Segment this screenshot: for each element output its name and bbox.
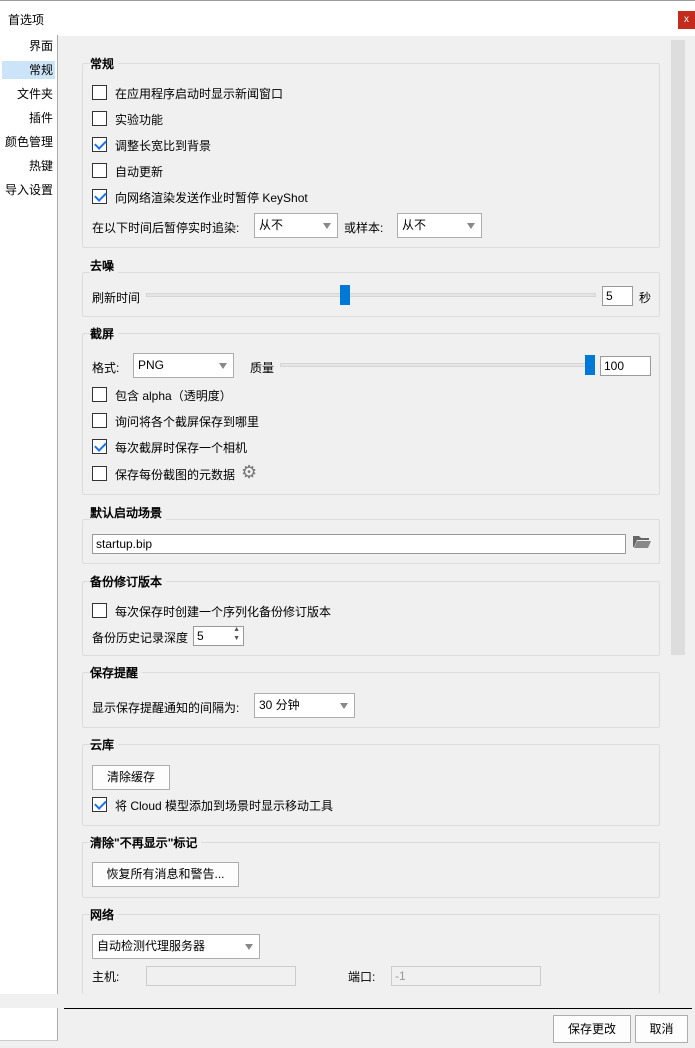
- backup-title: 备份修订版本: [90, 573, 167, 590]
- clear-cache-button[interactable]: 清除缓存: [92, 765, 170, 790]
- refresh-time-label: 刷新时间: [92, 291, 141, 305]
- port-input[interactable]: -1: [391, 966, 541, 986]
- news-window-checkbox[interactable]: [92, 85, 107, 100]
- restore-messages-button[interactable]: 恢复所有消息和警告...: [92, 862, 239, 887]
- backup-depth-value: 5: [197, 629, 204, 643]
- gear-icon[interactable]: ⚙: [241, 462, 257, 483]
- content-clip: [0, 994, 670, 1008]
- reminder-interval-value: 30 分钟: [259, 698, 300, 712]
- backup-depth-label: 备份历史记录深度: [92, 631, 189, 645]
- refresh-time-slider[interactable]: [146, 293, 596, 297]
- host-input[interactable]: [146, 966, 296, 986]
- samples-value: 从不: [402, 218, 427, 232]
- cancel-button[interactable]: 取消: [635, 1015, 688, 1043]
- window-title: 首选项: [8, 13, 45, 27]
- sidebar-item-color-management[interactable]: 颜色管理: [2, 133, 55, 151]
- aspect-ratio-checkbox[interactable]: [92, 137, 107, 152]
- samples-label: 或样本:: [344, 221, 384, 235]
- experimental-checkbox[interactable]: [92, 111, 107, 126]
- include-alpha-label: 包含 alpha（透明度）: [115, 389, 232, 403]
- spinner-arrows-icon[interactable]: ▲ ▼: [233, 625, 240, 643]
- pause-after-value: 从不: [259, 218, 284, 232]
- format-select[interactable]: PNG: [133, 353, 234, 378]
- pause-after-label: 在以下时间后暂停实时追染:: [92, 221, 240, 235]
- scrollbar[interactable]: [671, 40, 685, 655]
- proxy-select[interactable]: 自动检测代理服务器: [92, 934, 260, 959]
- save-changes-button[interactable]: 保存更改: [553, 1015, 631, 1043]
- serial-backup-label: 每次保存时创建一个序列化备份修订版本: [115, 605, 332, 619]
- sidebar-item-plugins[interactable]: 插件: [2, 109, 55, 127]
- chevron-down-icon: [219, 363, 227, 369]
- pause-after-select[interactable]: 从不: [254, 213, 338, 238]
- experimental-label: 实验功能: [115, 113, 164, 127]
- proxy-value: 自动检测代理服务器: [97, 939, 206, 953]
- news-window-label: 在应用程序启动时显示新闻窗口: [115, 87, 284, 101]
- pause-network-render-label: 向网络渲染发送作业时暂停 KeyShot: [115, 191, 308, 205]
- sidebar-item-hotkeys[interactable]: 热键: [2, 157, 55, 175]
- cloud-move-tool-checkbox[interactable]: [92, 797, 107, 812]
- include-alpha-checkbox[interactable]: [92, 387, 107, 402]
- port-label: 端口:: [348, 970, 376, 984]
- aspect-ratio-label: 调整长宽比到背景: [115, 139, 212, 153]
- sidebar-item-interface[interactable]: 界面: [2, 37, 55, 55]
- format-value: PNG: [138, 358, 165, 372]
- save-metadata-label: 保存每份截图的元数据: [115, 468, 236, 482]
- screenshot-title: 截屏: [90, 325, 119, 342]
- ask-save-location-label: 询问将各个截屏保存到哪里: [115, 415, 260, 429]
- quality-input[interactable]: 100: [600, 356, 651, 376]
- folder-open-icon[interactable]: [632, 533, 652, 549]
- reminder-title: 保存提醒: [90, 664, 143, 681]
- quality-slider-thumb[interactable]: [585, 355, 595, 375]
- sidebar-item-import-settings[interactable]: 导入设置: [2, 181, 55, 199]
- reminder-interval-select[interactable]: 30 分钟: [254, 693, 355, 718]
- startup-scene-input[interactable]: startup.bip: [92, 534, 626, 554]
- cloud-move-tool-label: 将 Cloud 模型添加到场景时显示移动工具: [115, 799, 334, 813]
- sidebar-item-general[interactable]: 常规: [2, 61, 55, 79]
- seconds-unit: 秒: [639, 291, 652, 305]
- sidebar-item-folders[interactable]: 文件夹: [2, 85, 55, 103]
- denoise-title: 去噪: [90, 257, 119, 274]
- refresh-time-slider-thumb[interactable]: [339, 285, 350, 305]
- refresh-time-input[interactable]: 5: [602, 286, 633, 306]
- chevron-down-icon: [340, 703, 348, 709]
- quality-label: 质量: [250, 361, 275, 375]
- auto-update-checkbox[interactable]: [92, 163, 107, 178]
- save-metadata-checkbox[interactable]: [92, 466, 107, 481]
- pause-network-render-checkbox[interactable]: [92, 189, 107, 204]
- title-bar: [0, 0, 695, 36]
- chevron-down-icon: [245, 944, 253, 950]
- samples-select[interactable]: 从不: [397, 213, 482, 238]
- serial-backup-checkbox[interactable]: [92, 603, 107, 618]
- quality-slider[interactable]: [280, 363, 590, 367]
- host-label: 主机:: [92, 970, 120, 984]
- chevron-down-icon: [323, 223, 331, 229]
- close-button[interactable]: x: [678, 11, 695, 29]
- reminder-interval-label: 显示保存提醒通知的间隔为:: [92, 701, 240, 715]
- cloud-title: 云库: [90, 736, 119, 753]
- general-title: 常规: [90, 55, 119, 72]
- chevron-down-icon: [467, 223, 475, 229]
- ask-save-location-checkbox[interactable]: [92, 413, 107, 428]
- save-camera-label: 每次截屏时保存一个相机: [115, 441, 248, 455]
- backup-depth-spinner[interactable]: 5 ▲ ▼: [193, 626, 244, 646]
- format-label: 格式:: [92, 361, 120, 375]
- sidebar: 界面 常规 文件夹 插件 颜色管理 热键 导入设置: [0, 35, 58, 1041]
- footer-divider: [64, 1008, 692, 1009]
- dont-show-title: 清除"不再显示"标记: [90, 834, 202, 851]
- startup-title: 默认启动场景: [90, 504, 167, 521]
- auto-update-label: 自动更新: [115, 165, 164, 179]
- save-camera-checkbox[interactable]: [92, 439, 107, 454]
- network-title: 网络: [90, 906, 119, 923]
